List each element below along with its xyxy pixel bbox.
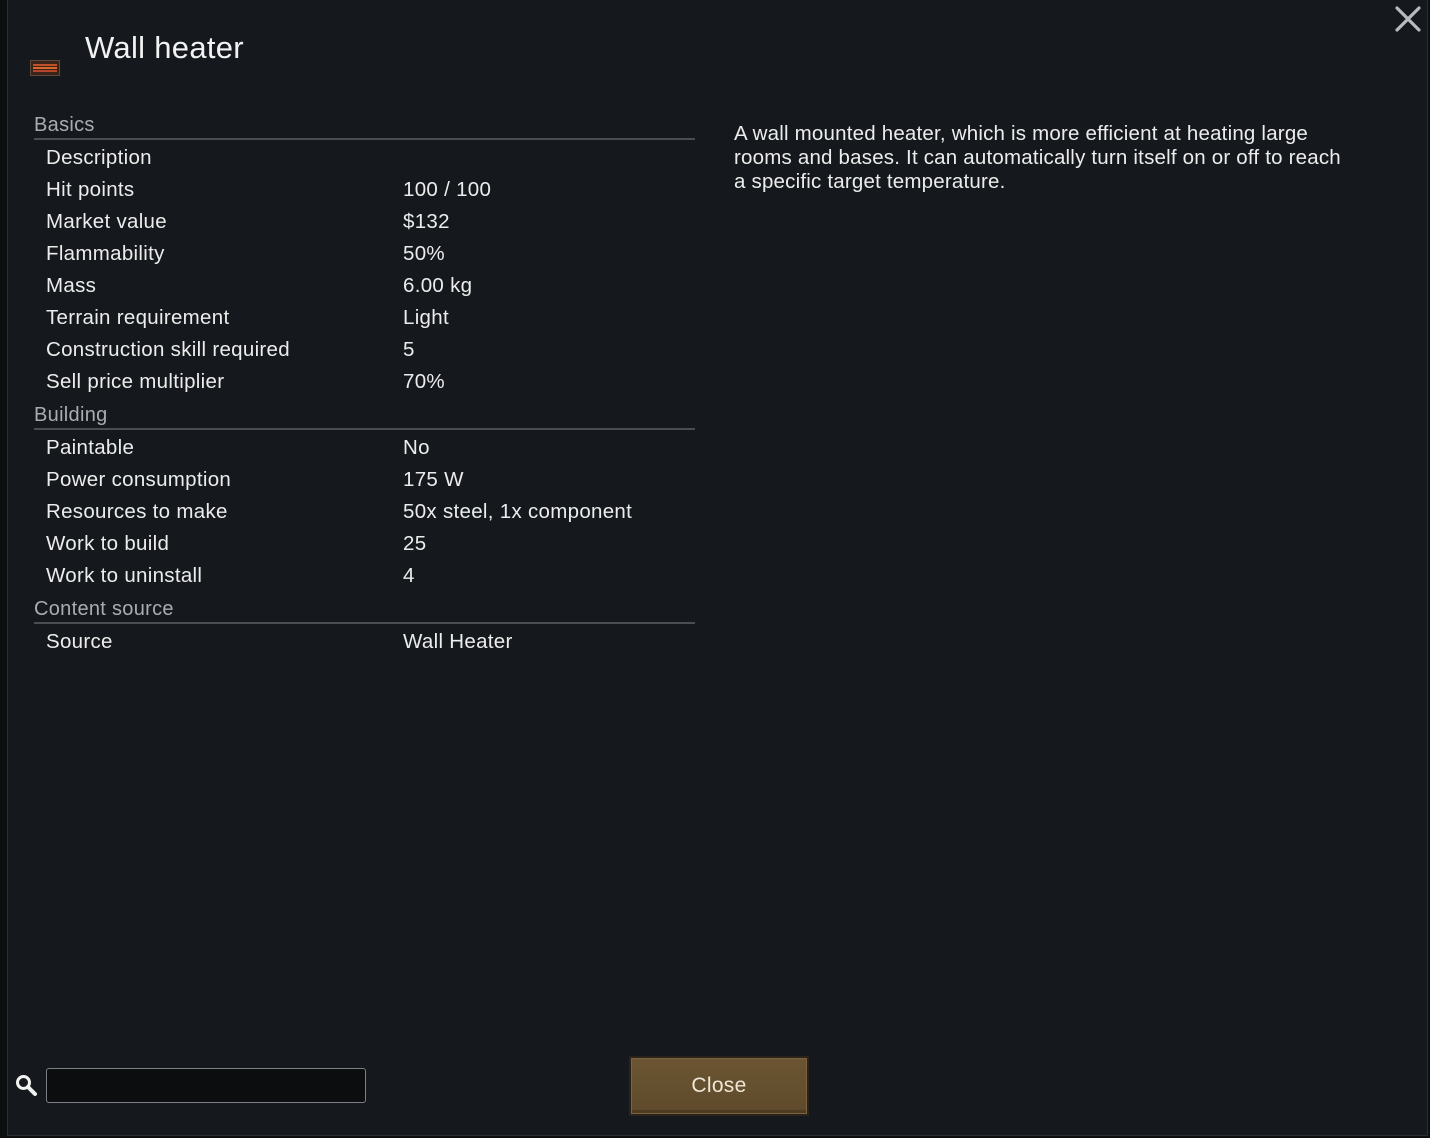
stat-label: Market value [46,210,167,233]
stat-label: Flammability [46,242,165,265]
dialog-title: Wall heater [85,30,244,65]
stat-row-paintable[interactable]: Paintable No [34,430,695,464]
stat-row-resources-to-make[interactable]: Resources to make 50x steel, 1x componen… [34,496,695,528]
stat-label: Terrain requirement [46,306,230,329]
stat-value: 50% [403,242,445,265]
stat-row-work-to-build[interactable]: Work to build 25 [34,528,695,560]
search-icon [14,1073,38,1097]
stat-value: No [403,436,430,459]
stat-label: Paintable [46,436,135,459]
stat-value: 25 [403,532,427,555]
wall-heater-icon [30,60,60,76]
stat-row-description[interactable]: Description [34,140,695,174]
stats-panel: Basics Description Hit points 100 / 100 … [34,108,695,658]
stat-row-hit-points[interactable]: Hit points 100 / 100 [34,174,695,206]
section-header-label: Basics [34,114,95,136]
stat-row-construction-skill[interactable]: Construction skill required 5 [34,334,695,366]
stat-label: Mass [46,274,97,297]
close-button[interactable]: Close [629,1056,809,1116]
stat-value: 4 [403,564,415,587]
stat-row-mass[interactable]: Mass 6.00 kg [34,270,695,302]
section-header-content-source: Content source [34,592,695,624]
stat-value: 50x steel, 1x component [403,500,633,523]
stat-label: Work to build [46,532,170,555]
stat-label: Source [46,630,113,653]
description-text: A wall mounted heater, which is more eff… [734,122,1341,193]
stat-value: 70% [403,370,445,393]
stat-value: 175 W [403,468,464,491]
stat-row-power-consumption[interactable]: Power consumption 175 W [34,464,695,496]
section-header-building: Building [34,398,695,430]
stat-value: Wall Heater [403,630,513,653]
stat-row-flammability[interactable]: Flammability 50% [34,238,695,270]
stat-row-terrain-requirement[interactable]: Terrain requirement Light [34,302,695,334]
stat-value: 5 [403,338,415,361]
search-input[interactable] [46,1068,366,1103]
stat-value: 100 / 100 [403,178,492,201]
section-header-label: Building [34,404,108,426]
stat-label: Power consumption [46,468,232,491]
stat-label: Description [46,146,152,169]
close-icon[interactable] [1393,4,1423,34]
section-header-label: Content source [34,598,174,620]
section-header-basics: Basics [34,108,695,140]
stat-label: Hit points [46,178,135,201]
stat-value: $132 [403,210,450,233]
stat-row-source[interactable]: Source Wall Heater [34,624,695,658]
stat-value: Light [403,306,449,329]
stat-row-sell-price-multiplier[interactable]: Sell price multiplier 70% [34,366,695,398]
stat-label: Sell price multiplier [46,370,225,393]
stat-row-market-value[interactable]: Market value $132 [34,206,695,238]
stat-label: Work to uninstall [46,564,203,587]
stat-label: Resources to make [46,500,228,523]
stat-value: 6.00 kg [403,274,473,297]
stat-label: Construction skill required [46,338,290,361]
stat-row-work-to-uninstall[interactable]: Work to uninstall 4 [34,560,695,592]
info-dialog: Wall heater Basics Description Hit point… [7,0,1428,1136]
